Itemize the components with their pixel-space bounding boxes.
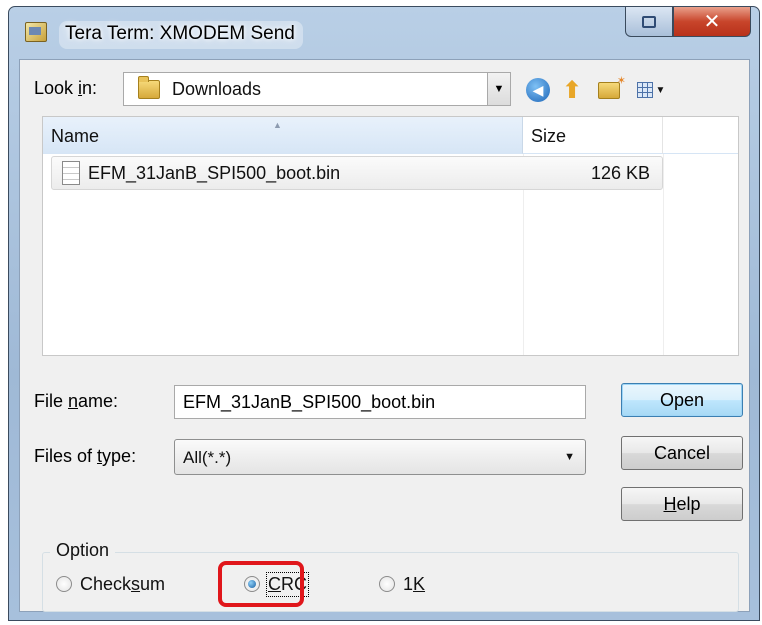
dialog-window: Tera Term: XMODEM Send ✕ Look in: Downlo… — [8, 6, 760, 621]
look-in-value: Downloads — [172, 79, 262, 99]
look-in-combobox[interactable]: Downloads ▼ — [123, 72, 511, 106]
radio-button[interactable] — [56, 576, 72, 592]
look-in-dropdown-arrow[interactable]: ▼ — [487, 73, 510, 105]
file-size-cell: 126 KB — [590, 163, 650, 183]
radio-button[interactable] — [379, 576, 395, 592]
file-row[interactable]: EFM_31JanB_SPI500_boot.bin 126 KB — [51, 156, 663, 190]
checksum-radio[interactable]: Checksum — [56, 572, 165, 596]
restore-button[interactable] — [625, 7, 673, 37]
file-name-label: File name: — [34, 391, 119, 411]
crc-radio[interactable]: CRC — [244, 571, 309, 597]
open-button[interactable]: Open — [621, 383, 743, 417]
radio-button-selected[interactable] — [244, 576, 260, 592]
option-group-title: Option — [50, 540, 116, 561]
file-icon — [62, 161, 80, 185]
file-list[interactable]: Name ▲ Size EFM_31JanB_SPI500_boot.bin 1… — [42, 116, 739, 356]
look-in-label: Look in: — [34, 78, 98, 98]
1k-radio[interactable]: 1K — [379, 572, 425, 596]
column-header-name[interactable]: Name ▲ — [43, 117, 523, 154]
1k-label: 1K — [403, 573, 426, 594]
column-header-size[interactable]: Size — [523, 117, 663, 154]
chevron-down-icon: ▼ — [564, 451, 575, 463]
crc-label: CRC — [266, 571, 309, 597]
folder-icon — [138, 76, 160, 99]
back-icon[interactable]: ◀ — [526, 78, 550, 102]
close-icon: ✕ — [703, 11, 721, 33]
window-title: Tera Term: XMODEM Send — [59, 21, 303, 49]
files-of-type-select[interactable]: All(*.*) ▼ — [174, 439, 586, 475]
close-button[interactable]: ✕ — [673, 7, 751, 37]
file-name-cell: EFM_31JanB_SPI500_boot.bin — [88, 163, 341, 183]
tera-term-app-icon — [25, 22, 47, 42]
checksum-label: Checksum — [80, 573, 166, 594]
up-folder-icon[interactable]: ⬆ — [560, 77, 584, 104]
files-of-type-value: All(*.*) — [183, 448, 232, 467]
file-name-input[interactable] — [174, 385, 586, 419]
title-bar[interactable]: Tera Term: XMODEM Send ✕ — [9, 7, 759, 59]
new-folder-icon[interactable] — [597, 74, 626, 102]
dialog-body: Look in: Downloads ▼ ◀ ⬆ ▼ Name ▲ Size E… — [19, 59, 750, 612]
views-menu-icon[interactable]: ▼ — [633, 78, 669, 102]
column-divider — [663, 154, 664, 355]
cancel-button[interactable]: Cancel — [621, 436, 743, 470]
column-header-empty — [663, 117, 738, 154]
help-button[interactable]: Help — [621, 487, 743, 521]
restore-icon — [642, 15, 656, 28]
files-of-type-label: Files of type: — [34, 446, 137, 466]
sort-ascending-icon: ▲ — [273, 120, 282, 130]
